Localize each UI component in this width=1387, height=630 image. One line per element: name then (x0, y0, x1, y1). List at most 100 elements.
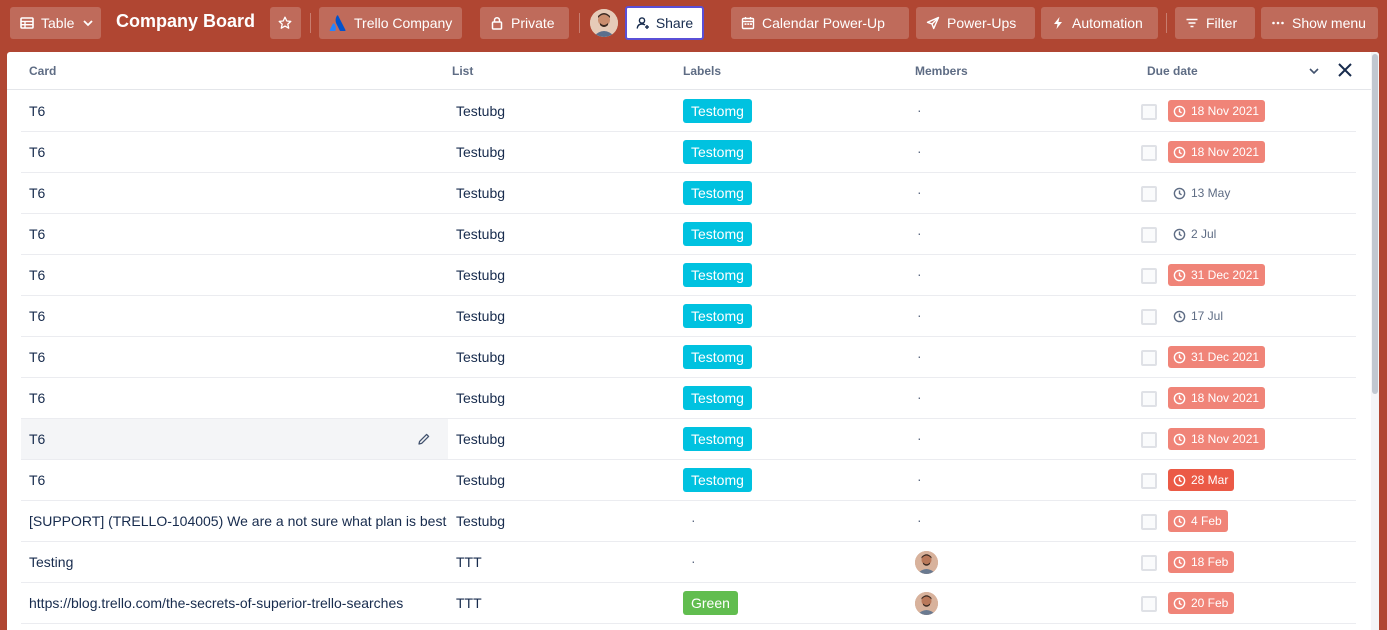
due-complete-checkbox[interactable] (1141, 268, 1157, 284)
list-name-cell[interactable]: Testubg (456, 173, 505, 213)
card-name[interactable]: T6 (29, 267, 45, 283)
due-complete-checkbox[interactable] (1141, 227, 1157, 243)
table-row[interactable]: [SUPPORT] (TRELLO-104005) We are a not s… (21, 501, 1356, 542)
card-name[interactable]: https://blog.trello.com/the-secrets-of-s… (29, 595, 403, 611)
empty-label-placeholder[interactable]: · (691, 542, 696, 580)
due-date-badge[interactable]: 18 Feb (1168, 551, 1235, 573)
label-badge[interactable]: Testomg (683, 345, 752, 369)
due-complete-checkbox[interactable] (1141, 473, 1157, 489)
due-date-badge[interactable]: 31 Dec 2021 (1168, 264, 1266, 286)
edit-pencil-icon[interactable] (417, 432, 431, 446)
card-name[interactable]: T6 (29, 349, 45, 365)
member-avatar[interactable] (590, 9, 618, 37)
column-header-labels[interactable]: Labels (683, 64, 721, 78)
card-name-cell[interactable]: T6 (21, 378, 448, 418)
table-row[interactable]: T6 Testubg Testomg · 2 Jul (21, 214, 1356, 255)
label-badge[interactable]: Testomg (683, 304, 752, 328)
label-badge[interactable]: Green (683, 591, 738, 615)
card-name[interactable]: T6 (29, 472, 45, 488)
list-name-cell[interactable]: Testubg (456, 132, 505, 172)
table-row[interactable]: T6 Testubg Testomg · 18 Nov 2021 (21, 132, 1356, 173)
powerups-button[interactable]: Power-Ups (916, 7, 1035, 39)
empty-member-placeholder[interactable]: · (917, 419, 922, 457)
due-date-badge[interactable]: 31 Dec 2021 (1168, 346, 1266, 368)
due-date-badge[interactable]: 28 Mar (1168, 469, 1235, 491)
card-name-cell[interactable]: T6 (21, 255, 448, 295)
empty-member-placeholder[interactable]: · (917, 460, 922, 498)
table-row[interactable]: T6 Testubg Testomg · 28 Mar (21, 460, 1356, 501)
empty-member-placeholder[interactable]: · (917, 173, 922, 211)
due-date-badge[interactable]: 18 Nov 2021 (1168, 428, 1266, 450)
due-date-badge[interactable]: 18 Nov 2021 (1168, 141, 1266, 163)
label-badge[interactable]: Testomg (683, 222, 752, 246)
filter-button[interactable]: Filter (1175, 7, 1255, 39)
due-complete-checkbox[interactable] (1141, 309, 1157, 325)
workspace-button[interactable]: Trello Company (319, 7, 462, 39)
empty-member-placeholder[interactable]: · (917, 501, 922, 539)
list-name-cell[interactable]: Testubg (456, 296, 505, 336)
card-name-cell[interactable]: T6 (21, 419, 448, 459)
label-badge[interactable]: Testomg (683, 99, 752, 123)
list-name-cell[interactable]: TTT (456, 542, 482, 582)
scrollbar[interactable] (1371, 52, 1379, 630)
due-date-badge[interactable]: 17 Jul (1168, 305, 1229, 327)
member-avatar[interactable] (915, 551, 938, 574)
empty-member-placeholder[interactable]: · (917, 296, 922, 334)
due-complete-checkbox[interactable] (1141, 555, 1157, 571)
list-name-cell[interactable]: Testubg (456, 501, 505, 541)
label-badge[interactable]: Testomg (683, 181, 752, 205)
automation-button[interactable]: Automation (1041, 7, 1158, 39)
card-name-cell[interactable]: T6 (21, 337, 448, 377)
table-row[interactable]: T6 Testubg Testomg · 13 May (21, 173, 1356, 214)
due-date-badge[interactable]: 18 Nov 2021 (1168, 387, 1266, 409)
card-name-cell[interactable]: Testing (21, 542, 448, 582)
calendar-powerup-button[interactable]: Calendar Power-Up (731, 7, 909, 39)
empty-member-placeholder[interactable]: · (917, 91, 922, 129)
due-date-badge[interactable]: 2 Jul (1168, 223, 1222, 245)
star-board-button[interactable] (270, 7, 301, 39)
empty-member-placeholder[interactable]: · (917, 337, 922, 375)
table-row[interactable]: T6 Testubg Testomg · 18 Nov 2021 (21, 91, 1356, 132)
card-name[interactable]: T6 (29, 226, 45, 242)
column-header-list[interactable]: List (452, 64, 473, 78)
show-menu-button[interactable]: Show menu (1261, 7, 1378, 39)
card-name[interactable]: T6 (29, 185, 45, 201)
due-complete-checkbox[interactable] (1141, 186, 1157, 202)
card-name[interactable]: [SUPPORT] (TRELLO-104005) We are a not s… (29, 513, 446, 529)
label-badge[interactable]: Testomg (683, 386, 752, 410)
card-name[interactable]: T6 (29, 431, 45, 447)
due-date-badge[interactable]: 18 Nov 2021 (1168, 100, 1266, 122)
chevron-down-icon[interactable] (1307, 64, 1321, 78)
table-row[interactable]: Testing TTT · 18 Feb (21, 542, 1356, 583)
empty-member-placeholder[interactable]: · (917, 378, 922, 416)
scrollbar-thumb[interactable] (1372, 54, 1378, 394)
card-name-cell[interactable]: T6 (21, 91, 448, 131)
due-date-badge[interactable]: 20 Feb (1168, 592, 1235, 614)
due-complete-checkbox[interactable] (1141, 104, 1157, 120)
card-name-cell[interactable]: T6 (21, 460, 448, 500)
table-row[interactable]: T6 Testubg Testomg · 31 Dec 2021 (21, 255, 1356, 296)
member-avatar[interactable] (915, 592, 938, 615)
label-badge[interactable]: Testomg (683, 140, 752, 164)
due-complete-checkbox[interactable] (1141, 145, 1157, 161)
list-name-cell[interactable]: Testubg (456, 419, 505, 459)
label-badge[interactable]: Testomg (683, 468, 752, 492)
view-switcher-button[interactable]: Table (10, 7, 101, 39)
due-date-badge[interactable]: 13 May (1168, 182, 1236, 204)
card-name-cell[interactable]: T6 (21, 173, 448, 213)
list-name-cell[interactable]: Testubg (456, 337, 505, 377)
label-badge[interactable]: Testomg (683, 427, 752, 451)
card-name-cell[interactable]: T6 (21, 296, 448, 336)
table-row[interactable]: T6 Testubg Testomg · 17 Jul (21, 296, 1356, 337)
due-complete-checkbox[interactable] (1141, 391, 1157, 407)
column-header-due-date[interactable]: Due date (1147, 64, 1198, 78)
card-name[interactable]: T6 (29, 144, 45, 160)
close-icon[interactable] (1337, 62, 1353, 78)
board-title[interactable]: Company Board (116, 11, 255, 32)
list-name-cell[interactable]: Testubg (456, 214, 505, 254)
column-header-members[interactable]: Members (915, 64, 968, 78)
table-row[interactable]: T6 Testubg Testomg · 31 Dec 2021 (21, 337, 1356, 378)
card-name-cell[interactable]: [SUPPORT] (TRELLO-104005) We are a not s… (21, 501, 448, 541)
list-name-cell[interactable]: Testubg (456, 91, 505, 131)
table-row[interactable]: T6 Testubg Testomg · 18 Nov 2021 (21, 378, 1356, 419)
